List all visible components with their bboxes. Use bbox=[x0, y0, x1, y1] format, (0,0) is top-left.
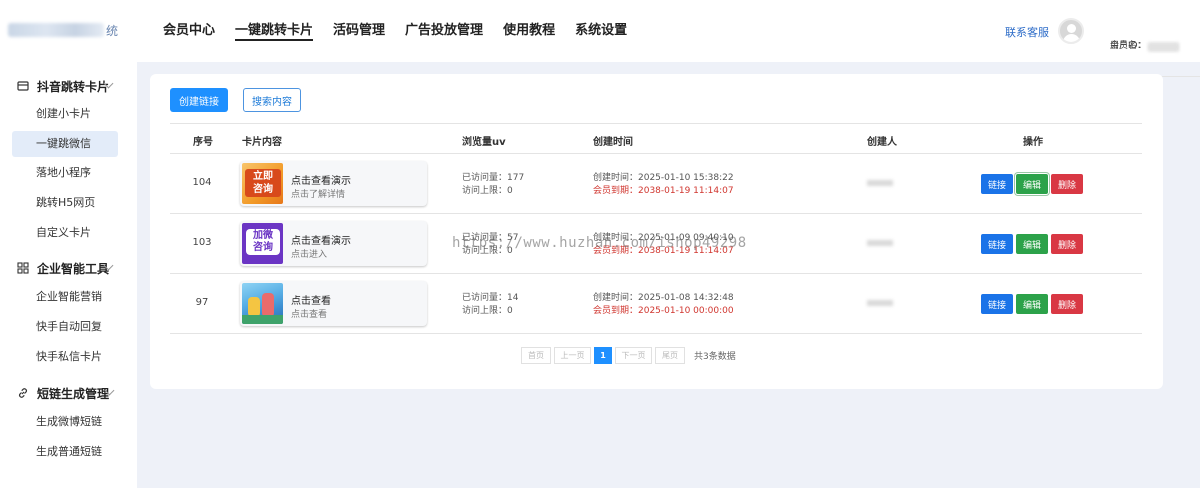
logo-blurred-image bbox=[8, 23, 104, 37]
creator-masked bbox=[867, 180, 893, 186]
top-header: 统 会员中心 一键跳转卡片 活码管理 广告投放管理 使用教程 系统设置 联系客服… bbox=[0, 0, 1200, 77]
sidebar-item-create-card[interactable]: 创建小卡片 bbox=[12, 101, 118, 127]
member-expire: 会员到期：2025-01-10 00:00:00 bbox=[593, 306, 734, 316]
row-id: 104 bbox=[192, 177, 212, 188]
card-preview[interactable]: 加微 咨询 点击查看演示 点击进入 bbox=[240, 221, 427, 266]
total-count: 共3条数据 bbox=[694, 352, 736, 362]
card-subtitle: 点击查看 bbox=[291, 310, 328, 320]
contact-support-link[interactable]: 联系客服 bbox=[1005, 24, 1049, 40]
delete-button[interactable]: 删除 bbox=[1051, 294, 1083, 314]
sidebar-group-label: 抖音跳转卡片 bbox=[37, 79, 110, 94]
created-time: 创建时间：2025-01-10 15:38:22 bbox=[593, 173, 734, 183]
row-actions: 链接 编辑 删除 bbox=[981, 234, 1086, 254]
visit-count: 已访问量：177 bbox=[462, 173, 525, 183]
nav-settings[interactable]: 系统设置 bbox=[575, 0, 627, 62]
link-button[interactable]: 链接 bbox=[981, 234, 1013, 254]
link-icon bbox=[19, 388, 27, 398]
visit-limit: 访问上限：0 bbox=[462, 186, 513, 196]
card-subtitle: 点击了解详情 bbox=[291, 190, 346, 200]
sidebar-item-ks-dm-card[interactable]: 快手私信卡片 bbox=[12, 344, 118, 370]
nav-member-center[interactable]: 会员中心 bbox=[163, 0, 215, 62]
avatar[interactable] bbox=[1058, 18, 1084, 44]
sidebar-item-weibo-shortlink[interactable]: 生成微博短链 bbox=[12, 409, 118, 435]
visit-count: 已访问量：14 bbox=[462, 293, 519, 303]
sidebar-group-douyin[interactable]: 抖音跳转卡片 bbox=[0, 75, 137, 97]
row-id: 97 bbox=[195, 297, 209, 308]
card-title: 点击查看演示 bbox=[291, 176, 351, 187]
card-preview[interactable]: 立即 咨询 点击查看演示 点击了解详情 bbox=[240, 161, 427, 206]
uv-stats: 已访问量：14 访问上限：0 bbox=[462, 292, 518, 318]
uv-stats: 已访问量：177 访问上限：0 bbox=[462, 172, 524, 198]
sidebar-item-mini-program[interactable]: 落地小程序 bbox=[12, 160, 118, 186]
logo[interactable]: 统 bbox=[8, 20, 134, 40]
visit-limit: 访问上限：0 bbox=[462, 306, 513, 316]
card-thumbnail bbox=[242, 283, 283, 324]
logo-text: 统 bbox=[106, 23, 119, 38]
search-content-button[interactable]: 搜索内容 bbox=[243, 88, 301, 112]
col-content: 卡片内容 bbox=[242, 137, 282, 148]
nav-tutorial[interactable]: 使用教程 bbox=[503, 0, 555, 62]
card-preview[interactable]: 点击查看 点击查看 bbox=[240, 281, 427, 326]
thumbnail-text: 加微 咨询 bbox=[246, 229, 280, 255]
nav-jump-card[interactable]: 一键跳转卡片 bbox=[235, 0, 314, 62]
next-page-button[interactable]: 下一页 bbox=[615, 347, 652, 364]
sidebar-group-label: 短链生成管理 bbox=[37, 386, 110, 401]
sidebar-item-ks-autoreply[interactable]: 快手自动回复 bbox=[12, 314, 118, 340]
last-page-button[interactable]: 尾页 bbox=[655, 347, 685, 364]
sidebar-group-enterprise[interactable]: 企业智能工具 bbox=[0, 257, 137, 279]
sidebar-group-shortlink[interactable]: 短链生成管理 bbox=[0, 382, 137, 404]
col-id: 序号 bbox=[193, 137, 213, 148]
row-id: 103 bbox=[192, 237, 212, 248]
row-actions: 链接 编辑 删除 bbox=[981, 174, 1086, 194]
col-uv: 浏览量uv bbox=[462, 137, 506, 148]
row-actions: 链接 编辑 删除 bbox=[981, 294, 1086, 314]
member-expire: 会员到期：2038-01-19 11:14:07 bbox=[593, 186, 734, 196]
first-page-button[interactable]: 首页 bbox=[521, 347, 551, 364]
nav-ad-management[interactable]: 广告投放管理 bbox=[405, 0, 483, 62]
content-card: 创建链接 搜索内容 序号 卡片内容 浏览量uv 创建时间 创建人 操作 104 … bbox=[150, 74, 1163, 389]
creator-masked bbox=[867, 240, 893, 246]
prev-page-button[interactable]: 上一页 bbox=[554, 347, 591, 364]
table-row: 104 立即 咨询 点击查看演示 点击了解详情 已访问量：177 访问上限：0 创… bbox=[170, 154, 1142, 214]
table-row: 97 点击查看 点击查看 已访问量：14 访问上限：0 创建时间：2025-01… bbox=[170, 274, 1142, 334]
delete-button[interactable]: 删除 bbox=[1051, 174, 1083, 194]
create-link-button[interactable]: 创建链接 bbox=[170, 88, 228, 112]
card-thumbnail: 加微 咨询 bbox=[242, 223, 283, 264]
sidebar: 抖音跳转卡片 创建小卡片 一键跳微信 落地小程序 跳转H5网页 自定义卡片 企业… bbox=[0, 62, 137, 488]
sidebar-item-jump-wechat[interactable]: 一键跳微信 bbox=[12, 131, 118, 157]
edit-button[interactable]: 编辑 bbox=[1016, 174, 1048, 194]
sidebar-item-smart-marketing[interactable]: 企业智能营销 bbox=[12, 284, 118, 310]
link-button[interactable]: 链接 bbox=[981, 174, 1013, 194]
card-title: 点击查看 bbox=[291, 296, 331, 307]
top-nav: 会员中心 一键跳转卡片 活码管理 广告投放管理 使用教程 系统设置 bbox=[163, 0, 647, 62]
card-thumbnail: 立即 咨询 bbox=[242, 163, 283, 204]
edit-button[interactable]: 编辑 bbox=[1016, 294, 1048, 314]
sidebar-item-h5[interactable]: 跳转H5网页 bbox=[12, 190, 118, 216]
sidebar-group-label: 企业智能工具 bbox=[37, 261, 110, 276]
edit-button[interactable]: 编辑 bbox=[1016, 234, 1048, 254]
user-name-masked bbox=[1148, 42, 1179, 51]
grid-icon bbox=[17, 262, 29, 274]
thumbnail-text: 立即 咨询 bbox=[245, 169, 281, 197]
sidebar-item-normal-shortlink[interactable]: 生成普通短链 bbox=[12, 439, 118, 465]
time-info: 创建时间：2025-01-08 14:32:48 会员到期：2025-01-10… bbox=[593, 292, 734, 318]
nav-live-code[interactable]: 活码管理 bbox=[333, 0, 385, 62]
created-time: 创建时间：2025-01-08 14:32:48 bbox=[593, 293, 734, 303]
col-actions: 操作 bbox=[1023, 137, 1043, 148]
card-icon bbox=[17, 81, 29, 91]
user-name-label: 会员名： bbox=[1110, 41, 1147, 51]
delete-button[interactable]: 删除 bbox=[1051, 234, 1083, 254]
watermark-text: https://www.huzhan.com/ishop49298 bbox=[452, 235, 747, 251]
card-title: 点击查看演示 bbox=[291, 236, 351, 247]
link-button[interactable]: 链接 bbox=[981, 294, 1013, 314]
creator-masked bbox=[867, 300, 893, 306]
col-created-time: 创建时间 bbox=[593, 137, 633, 148]
card-subtitle: 点击进入 bbox=[291, 250, 328, 260]
table-header: 序号 卡片内容 浏览量uv 创建时间 创建人 操作 bbox=[170, 123, 1142, 154]
sidebar-item-custom-card[interactable]: 自定义卡片 bbox=[12, 220, 118, 246]
time-info: 创建时间：2025-01-10 15:38:22 会员到期：2038-01-19… bbox=[593, 172, 734, 198]
col-creator: 创建人 bbox=[867, 137, 897, 148]
page-1-button[interactable]: 1 bbox=[594, 347, 612, 364]
pagination: 首页 上一页 1 下一页 尾页 共3条数据 bbox=[521, 347, 736, 364]
